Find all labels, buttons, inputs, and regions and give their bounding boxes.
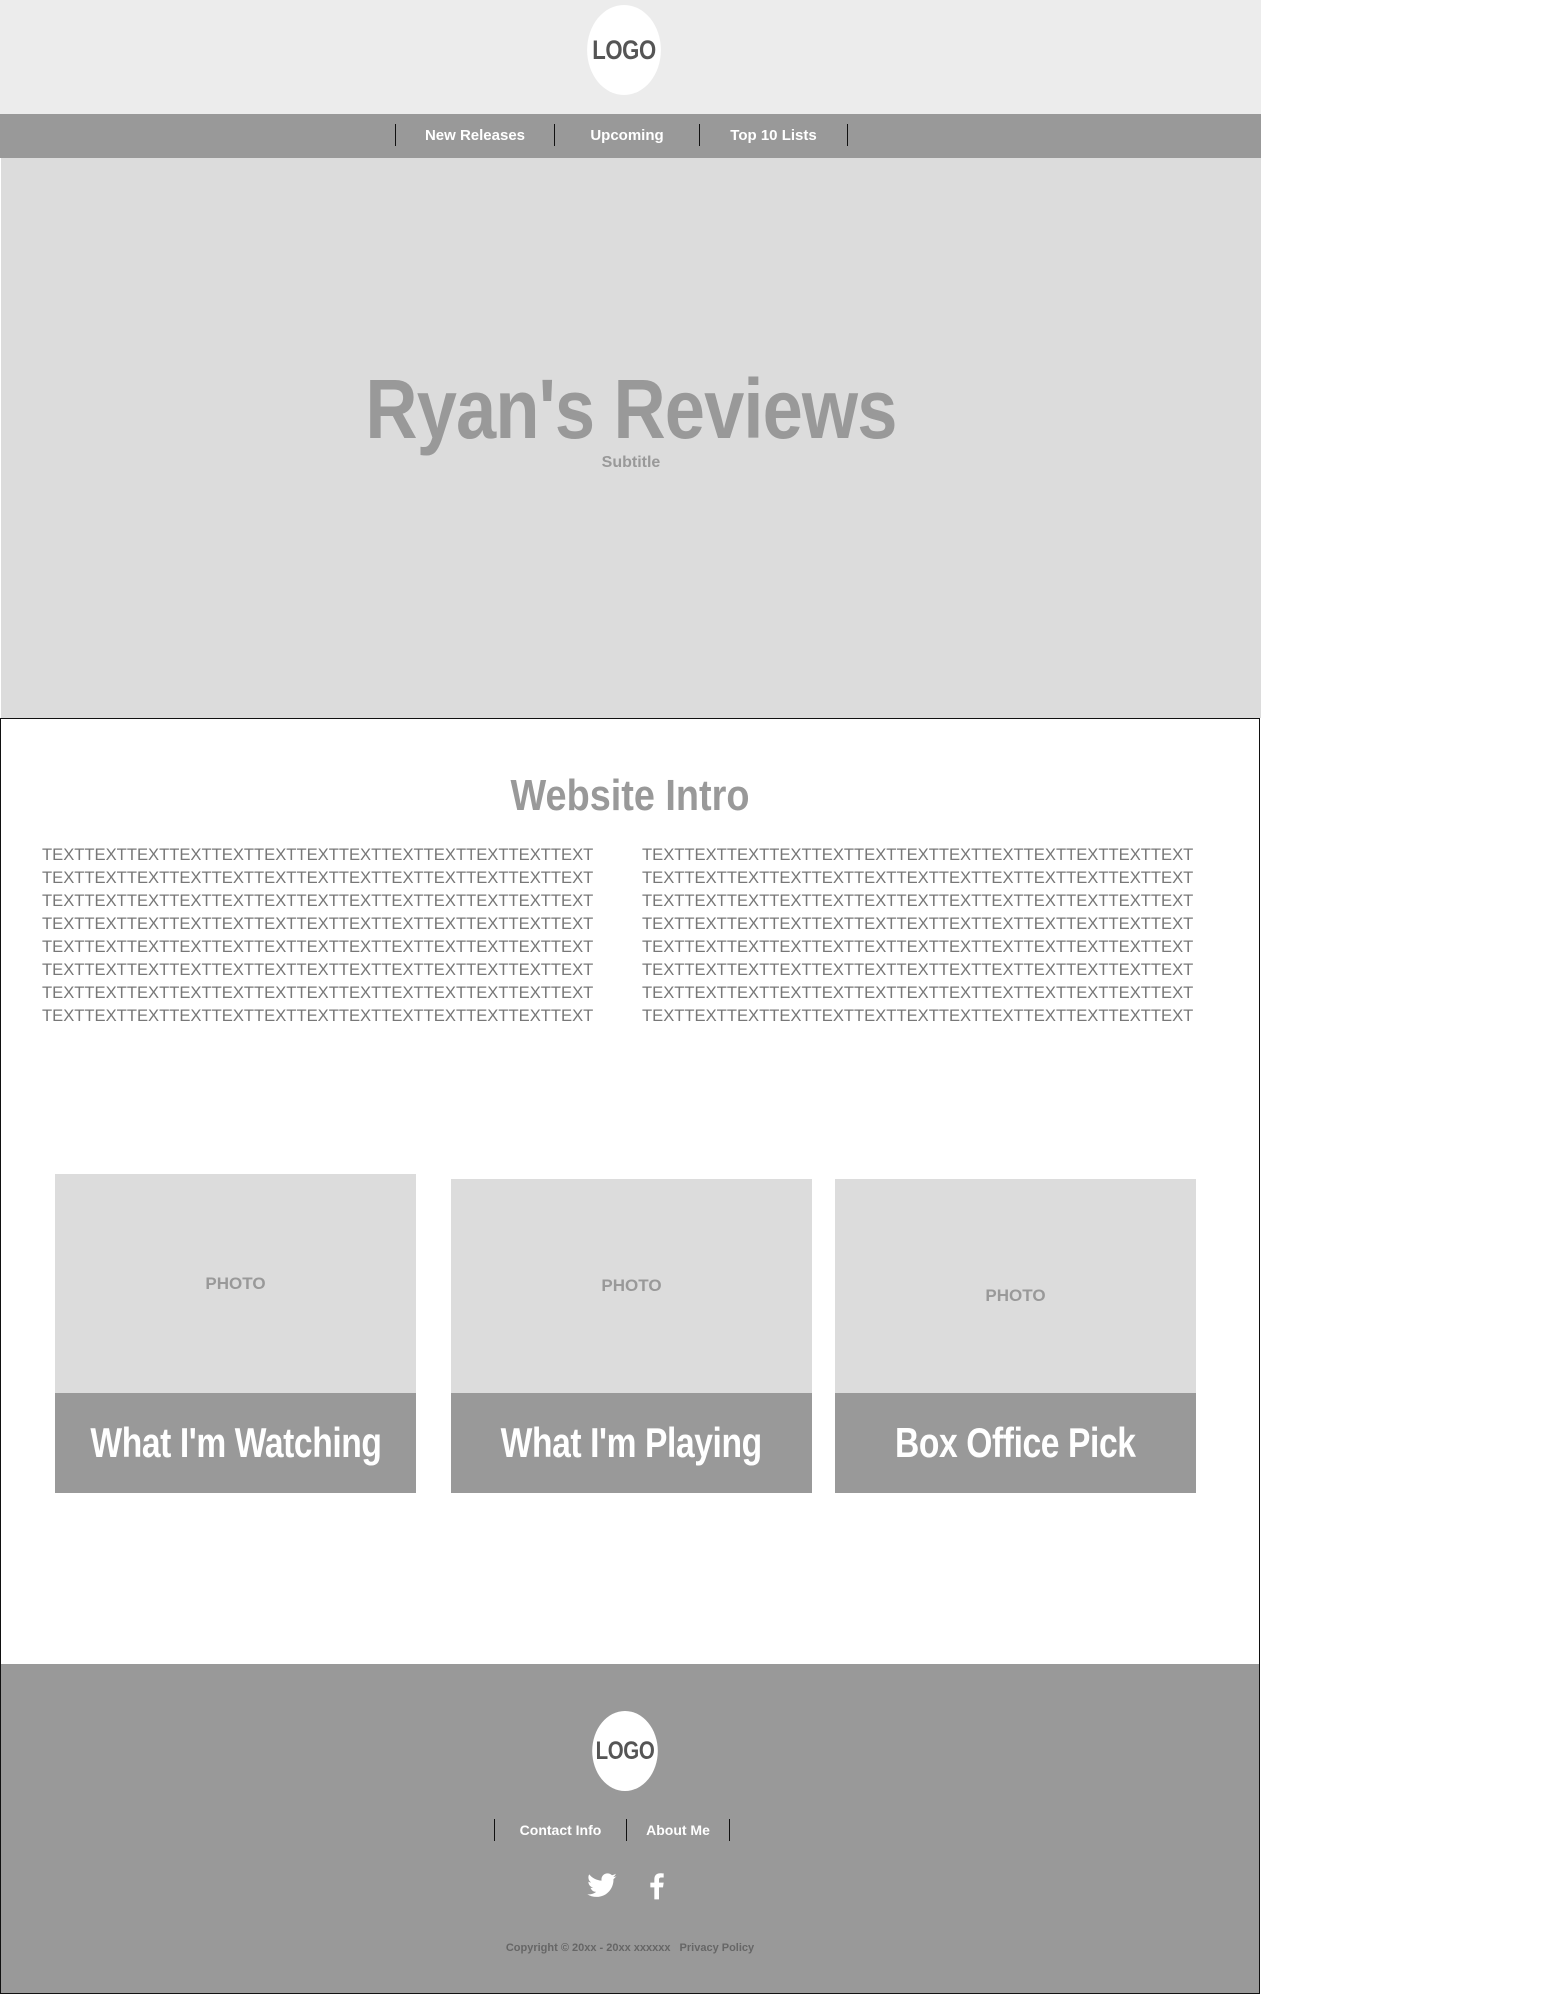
- copyright-text: Copyright © 20xx - 20xx xxxxxx: [505, 1942, 671, 1954]
- intro-text-left: TEXTTEXTTEXTTEXTTEXTTEXTTEXTTEXTTEXTTEXT…: [42, 845, 594, 1025]
- footer: LOGO Contact Info About Me Copyright © 2…: [1, 1664, 1259, 1993]
- footer-link-contact-info[interactable]: Contact Info: [495, 1819, 626, 1841]
- main-nav: New Releases Upcoming Top 10 Lists: [0, 114, 1261, 158]
- card-title-bar: What I'm Watching: [55, 1393, 416, 1493]
- card-photo: PHOTO: [55, 1174, 416, 1393]
- card-watching[interactable]: PHOTO What I'm Watching: [55, 1174, 416, 1493]
- card-title: What I'm Watching: [89, 1419, 382, 1466]
- footer-divider: [729, 1819, 730, 1841]
- photo-placeholder-label: PHOTO: [205, 1273, 266, 1293]
- header: LOGO: [0, 0, 1261, 114]
- footer-logo[interactable]: LOGO: [592, 1711, 658, 1791]
- footer-logo-text: LOGO: [595, 1736, 655, 1765]
- twitter-icon[interactable]: [586, 1870, 618, 1902]
- photo-placeholder-label: PHOTO: [601, 1276, 662, 1295]
- hero-subtitle: Subtitle: [601, 454, 661, 471]
- copyright-line: Copyright © 20xx - 20xx xxxxxx Privacy P…: [1, 1942, 1259, 1954]
- intro-title: Website Intro: [510, 771, 750, 820]
- card-box-office[interactable]: PHOTO Box Office Pick: [835, 1179, 1196, 1493]
- card-playing[interactable]: PHOTO What I'm Playing: [451, 1179, 812, 1493]
- card-title: What I'm Playing: [500, 1419, 763, 1466]
- nav-item-upcoming[interactable]: Upcoming: [555, 114, 699, 158]
- page: LOGO New Releases Upcoming Top 10 Lists …: [0, 0, 1547, 1995]
- card-photo: PHOTO: [451, 1179, 812, 1393]
- nav-item-top-10-lists[interactable]: Top 10 Lists: [700, 114, 847, 158]
- header-logo[interactable]: LOGO: [587, 5, 661, 95]
- hero-title: Ryan's Reviews: [365, 362, 897, 456]
- nav-item-new-releases[interactable]: New Releases: [396, 114, 554, 158]
- footer-link-about-me[interactable]: About Me: [627, 1819, 729, 1841]
- card-title: Box Office Pick: [895, 1419, 1136, 1466]
- privacy-policy-link[interactable]: Privacy Policy: [680, 1942, 755, 1954]
- card-title-bar: What I'm Playing: [451, 1393, 812, 1493]
- hero-banner: Ryan's Reviews Subtitle: [1, 158, 1261, 718]
- intro-text-right: TEXTTEXTTEXTTEXTTEXTTEXTTEXTTEXTTEXTTEXT…: [642, 845, 1194, 1025]
- facebook-icon[interactable]: [641, 1870, 673, 1902]
- header-logo-text: LOGO: [592, 34, 656, 65]
- card-photo: PHOTO: [835, 1179, 1196, 1393]
- card-title-bar: Box Office Pick: [835, 1393, 1196, 1493]
- photo-placeholder-label: PHOTO: [985, 1286, 1046, 1305]
- nav-divider: [847, 124, 848, 146]
